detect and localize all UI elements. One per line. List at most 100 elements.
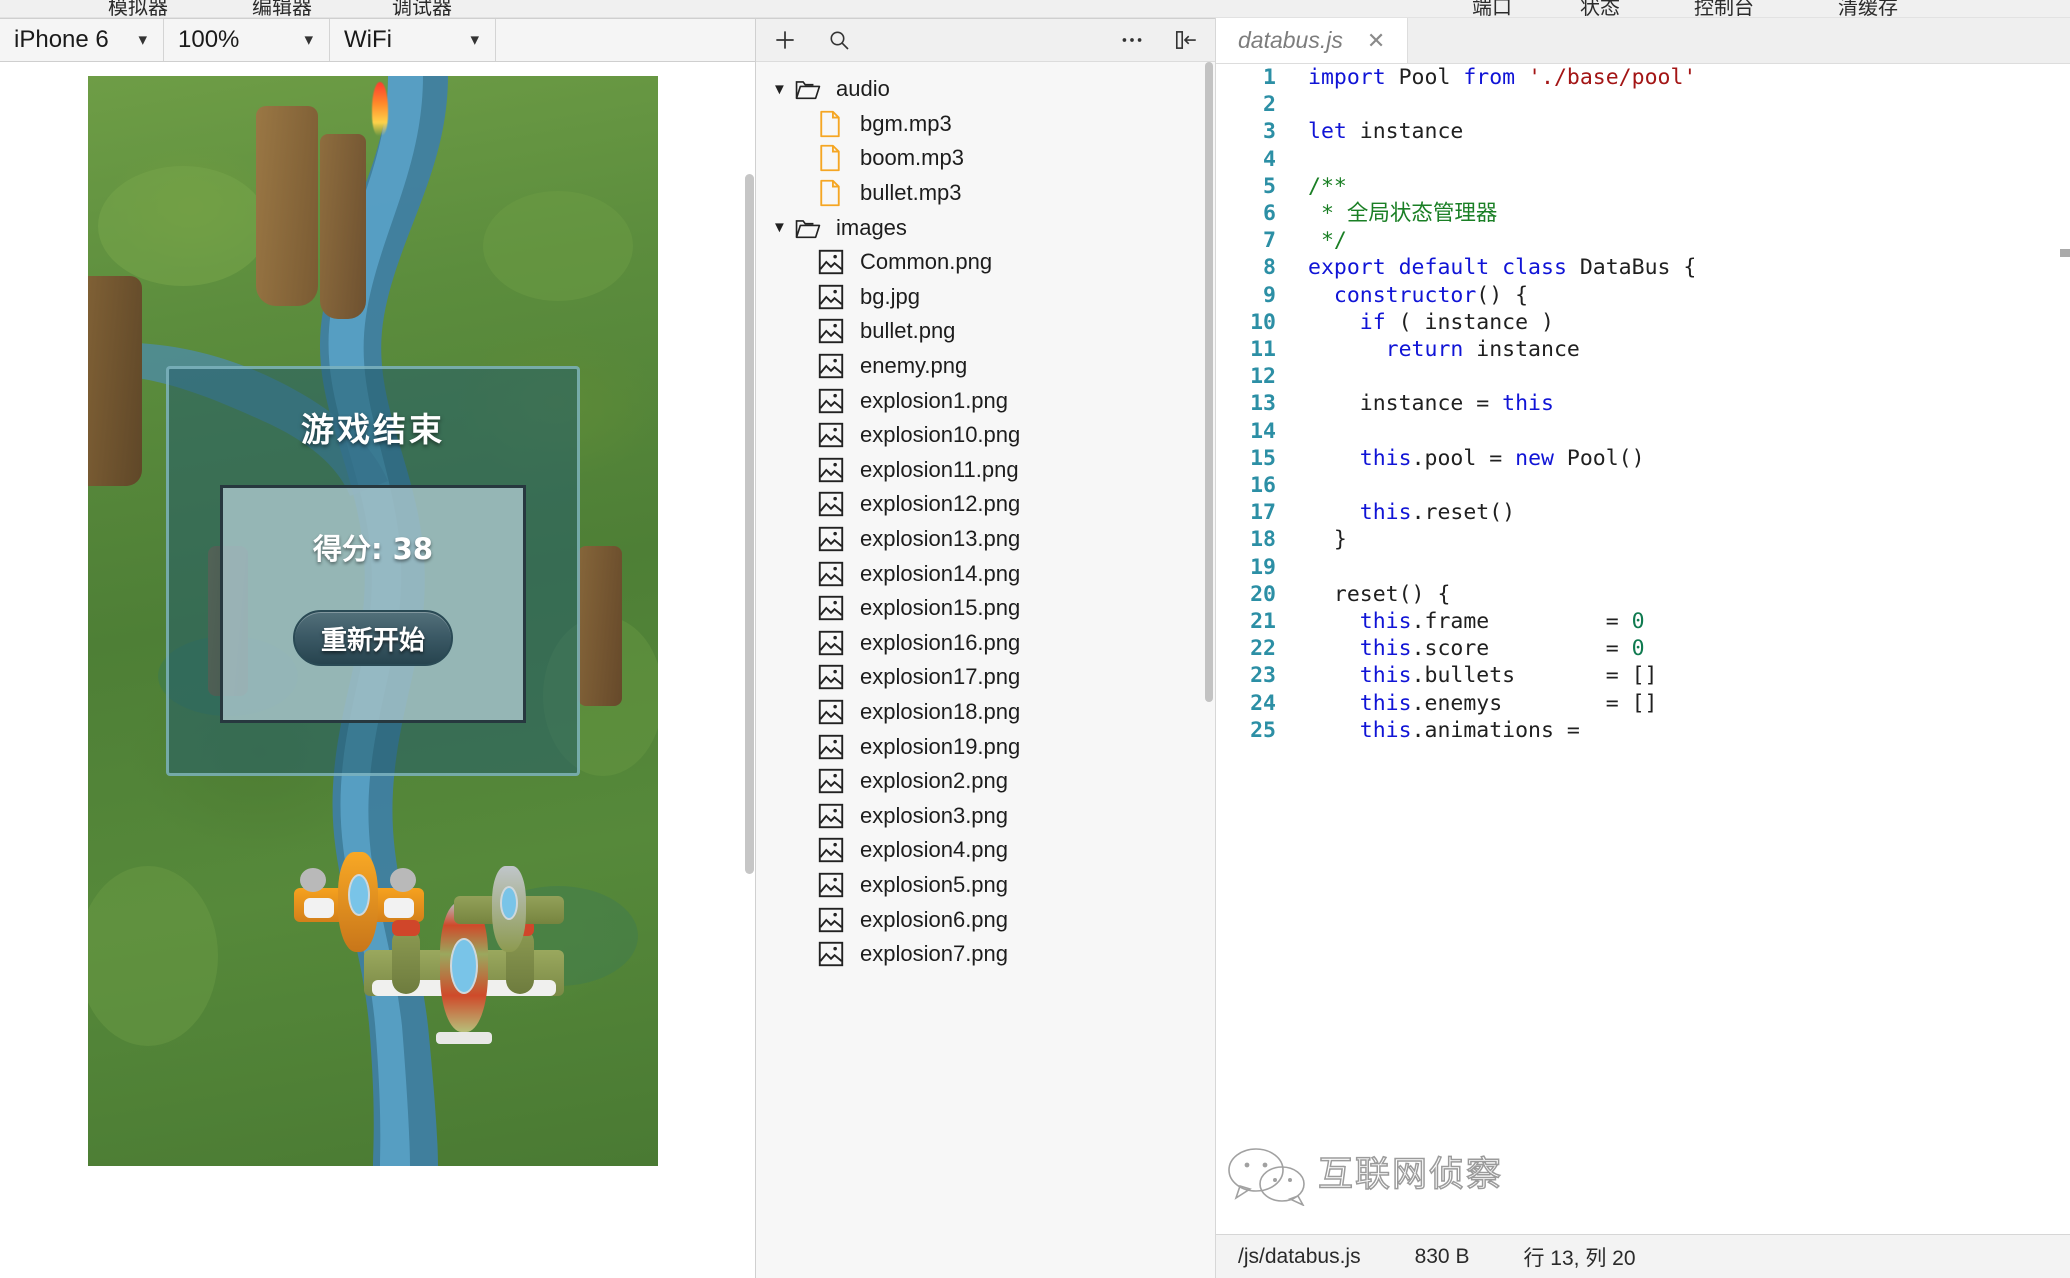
close-icon[interactable]: ✕ — [1367, 28, 1385, 54]
code-line[interactable]: 11 return instance — [1216, 336, 2070, 363]
zoom-select-value: 100% — [178, 26, 240, 53]
watermark: 互联网侦察 — [1226, 1146, 1503, 1206]
tree-folder-row[interactable]: ▼ audio — [756, 72, 1215, 107]
menu-item-editor[interactable]: 编辑器 — [252, 0, 312, 17]
editor-statusbar: /js/databus.js 830 B 行 13, 列 20 — [1216, 1234, 2070, 1278]
tree-file-row[interactable]: explosion19.png — [756, 729, 1215, 764]
file-tree-scrollbar[interactable] — [1205, 62, 1213, 702]
code-line[interactable]: 3 let instance — [1216, 118, 2070, 145]
tree-file-row[interactable]: boom.mp3 — [756, 141, 1215, 176]
tree-file-row[interactable]: explosion4.png — [756, 833, 1215, 868]
code-scrollbar[interactable] — [2060, 249, 2070, 257]
line-content — [1290, 91, 2070, 118]
code-line[interactable]: 6 * 全局状态管理器 — [1216, 200, 2070, 227]
tree-file-row[interactable]: explosion3.png — [756, 798, 1215, 833]
tree-file-row[interactable]: bg.jpg — [756, 280, 1215, 315]
code-line[interactable]: 4 — [1216, 146, 2070, 173]
code-line[interactable]: 23 this.bullets = [] — [1216, 662, 2070, 689]
score-label: 得分: 38 — [312, 532, 434, 566]
tab-databus-js[interactable]: databus.js ✕ — [1216, 18, 1409, 63]
line-content: let instance — [1308, 119, 1464, 145]
search-icon[interactable] — [826, 27, 852, 53]
code-line[interactable]: 9 constructor() { — [1216, 282, 2070, 309]
code-line[interactable]: 16 — [1216, 472, 2070, 499]
code-line[interactable]: 10 if ( instance ) — [1216, 309, 2070, 336]
menu-item-status[interactable]: 状态 — [1580, 0, 1620, 17]
tree-item-label: explosion13.png — [860, 526, 1021, 552]
menu-item-debugger[interactable]: 调试器 — [392, 0, 452, 17]
tree-file-row[interactable]: bgm.mp3 — [756, 107, 1215, 142]
line-number: 16 — [1250, 473, 1276, 499]
network-select[interactable]: WiFi ▾ — [330, 19, 496, 61]
restart-button[interactable]: 重新开始 — [293, 610, 453, 666]
simulator-scrollbar[interactable] — [745, 174, 754, 874]
line-content: */ — [1308, 228, 1347, 254]
menu-item-simulator[interactable]: 模拟器 — [108, 0, 168, 17]
tree-file-row[interactable]: Common.png — [756, 245, 1215, 280]
simulator-stage: 游戏结束 得分: 38 重新开始 — [0, 62, 755, 1278]
tree-file-row[interactable]: explosion15.png — [756, 591, 1215, 626]
code-line[interactable]: 17 this.reset() — [1216, 499, 2070, 526]
more-horizontal-icon[interactable] — [1119, 27, 1145, 53]
tree-folder-row[interactable]: ▼ images — [756, 210, 1215, 245]
line-number: 17 — [1250, 500, 1276, 526]
menu-item-console[interactable]: 控制台 — [1694, 0, 1754, 17]
tree-file-row[interactable]: explosion10.png — [756, 418, 1215, 453]
code-line[interactable]: 8 export default class DataBus { — [1216, 254, 2070, 281]
tree-item-label: boom.mp3 — [860, 145, 964, 171]
code-line[interactable]: 14 — [1216, 418, 2070, 445]
menu-item-clear-cache[interactable]: 清缓存 — [1838, 0, 1898, 17]
tree-file-row[interactable]: explosion6.png — [756, 902, 1215, 937]
image-file-icon — [818, 630, 852, 656]
tree-file-row[interactable]: explosion16.png — [756, 626, 1215, 661]
code-line[interactable]: 18 } — [1216, 526, 2070, 553]
tree-file-row[interactable]: explosion18.png — [756, 695, 1215, 730]
file-tree[interactable]: ▼ audio bgm.mp3 boom.mp3 bullet.mp3 ▼ images Co… — [756, 62, 1215, 1278]
caret-down-icon[interactable]: ▼ — [772, 219, 794, 236]
tree-file-row[interactable]: explosion12.png — [756, 487, 1215, 522]
add-file-button[interactable] — [772, 27, 798, 53]
tree-file-row[interactable]: explosion2.png — [756, 764, 1215, 799]
phone-viewport[interactable]: 游戏结束 得分: 38 重新开始 — [88, 76, 658, 1166]
tree-file-row[interactable]: explosion11.png — [756, 453, 1215, 488]
line-number: 20 — [1250, 581, 1276, 607]
code-line[interactable]: 12 — [1216, 363, 2070, 390]
folder-open-icon — [794, 77, 828, 101]
image-file-icon — [818, 422, 852, 448]
caret-down-icon[interactable]: ▼ — [772, 81, 794, 98]
code-line[interactable]: 2 — [1216, 91, 2070, 118]
code-area[interactable]: 互联网侦察 1 import Pool from './base/pool' 2 3… — [1216, 64, 2070, 1234]
code-line[interactable]: 7 */ — [1216, 227, 2070, 254]
menu-item-port[interactable]: 端口 — [1472, 0, 1512, 17]
tree-file-row[interactable]: explosion7.png — [756, 937, 1215, 972]
code-line[interactable]: 13 instance = this — [1216, 390, 2070, 417]
image-file-icon — [818, 699, 852, 725]
code-line[interactable]: 25 this.animations = — [1216, 717, 2070, 744]
collapse-panel-icon[interactable] — [1173, 27, 1199, 53]
code-line[interactable]: 22 this.score = 0 — [1216, 635, 2070, 662]
device-select[interactable]: iPhone 6 ▾ — [0, 19, 164, 61]
tree-file-row[interactable]: explosion13.png — [756, 522, 1215, 557]
tree-file-row[interactable]: enemy.png — [756, 349, 1215, 384]
tree-file-row[interactable]: explosion5.png — [756, 868, 1215, 903]
tree-file-row[interactable]: bullet.png — [756, 314, 1215, 349]
code-line[interactable]: 15 this.pool = new Pool() — [1216, 445, 2070, 472]
line-content — [1290, 418, 2070, 445]
code-line[interactable]: 21 this.frame = 0 — [1216, 608, 2070, 635]
code-line[interactable]: 20 reset() { — [1216, 581, 2070, 608]
code-line[interactable]: 19 — [1216, 554, 2070, 581]
tree-file-row[interactable]: explosion17.png — [756, 660, 1215, 695]
code-line[interactable]: 24 this.enemys = [] — [1216, 690, 2070, 717]
tree-file-row[interactable]: explosion1.png — [756, 383, 1215, 418]
status-file-size: 830 B — [1414, 1244, 1470, 1268]
line-number: 19 — [1250, 554, 1276, 580]
code-line[interactable]: 1 import Pool from './base/pool' — [1216, 64, 2070, 91]
tree-file-row[interactable]: explosion14.png — [756, 556, 1215, 591]
tree-item-label: explosion5.png — [860, 871, 1009, 897]
code-line[interactable]: 5 /** — [1216, 173, 2070, 200]
image-file-icon — [818, 595, 852, 621]
code-editor-panel: databus.js ✕ 互联网侦察 1 import Pool from '.… — [1216, 18, 2070, 1278]
zoom-select[interactable]: 100% ▾ — [164, 19, 330, 61]
status-file-path: /js/databus.js — [1238, 1244, 1361, 1268]
tree-file-row[interactable]: bullet.mp3 — [756, 176, 1215, 211]
